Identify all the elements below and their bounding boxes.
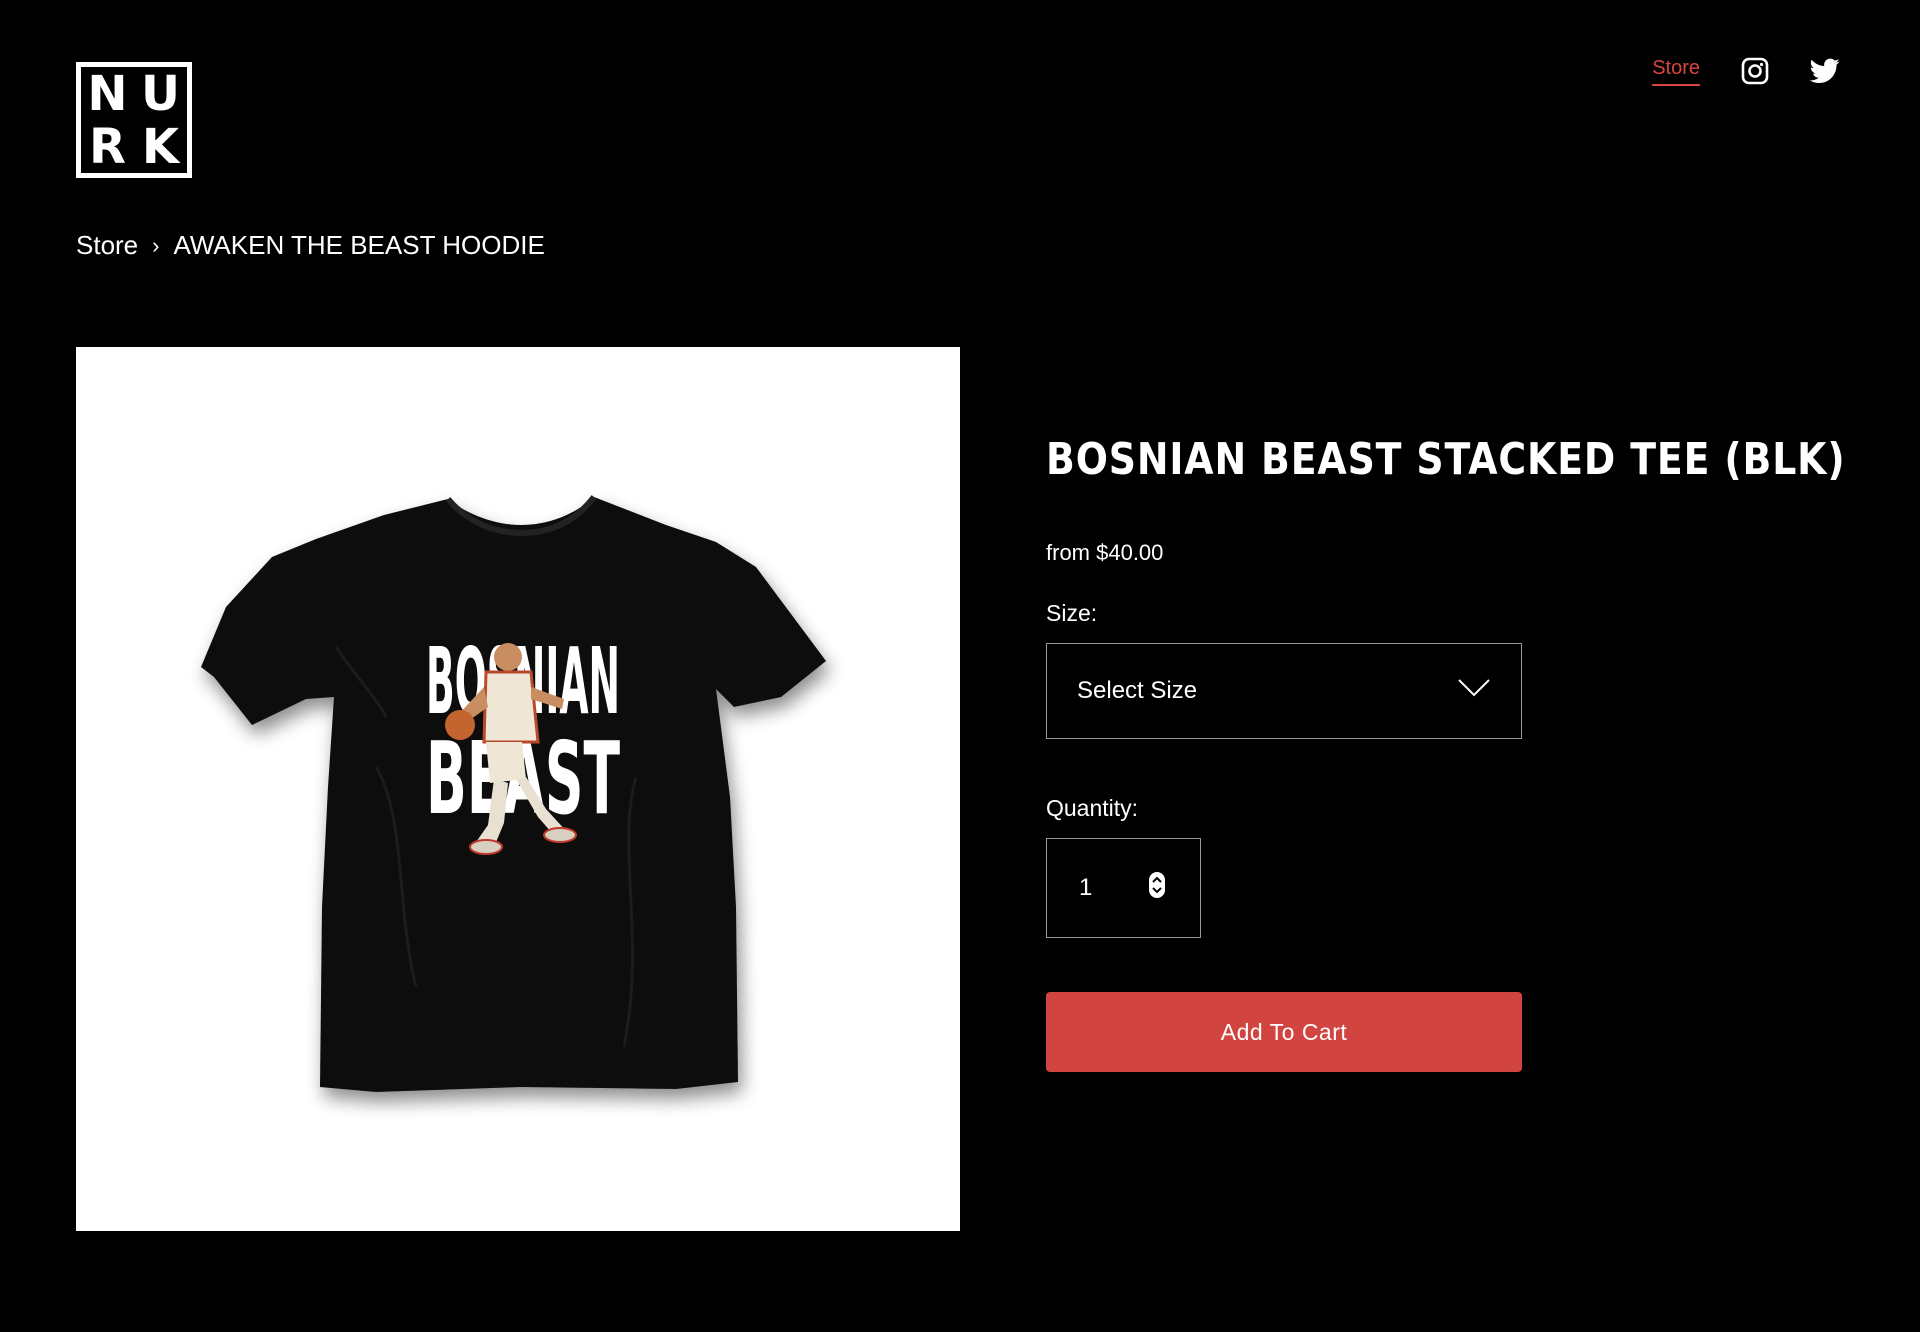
logo-letter-u: U [141,65,180,122]
size-label: Size: [1046,600,1098,626]
breadcrumb-separator: › [152,232,160,258]
stepper-arrows-icon[interactable] [1148,871,1166,906]
size-select-value: Select Size [1077,677,1198,704]
shirt-print: BOSNIAN BEAST [426,628,620,855]
size-select[interactable]: Select Size [1046,643,1522,739]
breadcrumb: Store › AWAKEN THE BEAST HOODIE [76,230,545,261]
quantity-label: Quantity: [1046,795,1139,821]
tshirt-illustration: BOSNIAN BEAST [201,495,826,1092]
top-nav: Store [1652,56,1840,86]
twitter-icon[interactable] [1810,56,1840,86]
page: N U R K Store Store › AWAKEN THE BEAST H… [0,0,1920,1332]
add-to-cart-button[interactable]: Add To Cart [1046,992,1522,1072]
product-price: from $40.00 [1046,540,1164,565]
chevron-down-icon [1457,677,1491,705]
nav-store-link[interactable]: Store [1652,57,1700,86]
logo-letter-n: N [87,65,128,122]
breadcrumb-current: AWAKEN THE BEAST HOODIE [173,230,545,260]
quantity-stepper[interactable]: 1 [1046,838,1201,938]
product-image[interactable]: BOSNIAN BEAST [76,347,960,1231]
product-details: BOSNIAN BEAST STACKED TEE (BLK) from $40… [1046,430,1846,1072]
quantity-value: 1 [1079,874,1093,901]
product-title: BOSNIAN BEAST STACKED TEE (BLK) [1046,434,1846,485]
breadcrumb-store-link[interactable]: Store [76,230,138,261]
logo-letter-r: R [89,118,126,175]
brand-logo[interactable]: N U R K [76,62,192,178]
instagram-icon[interactable] [1740,56,1770,86]
logo-letter-k: K [141,118,180,175]
